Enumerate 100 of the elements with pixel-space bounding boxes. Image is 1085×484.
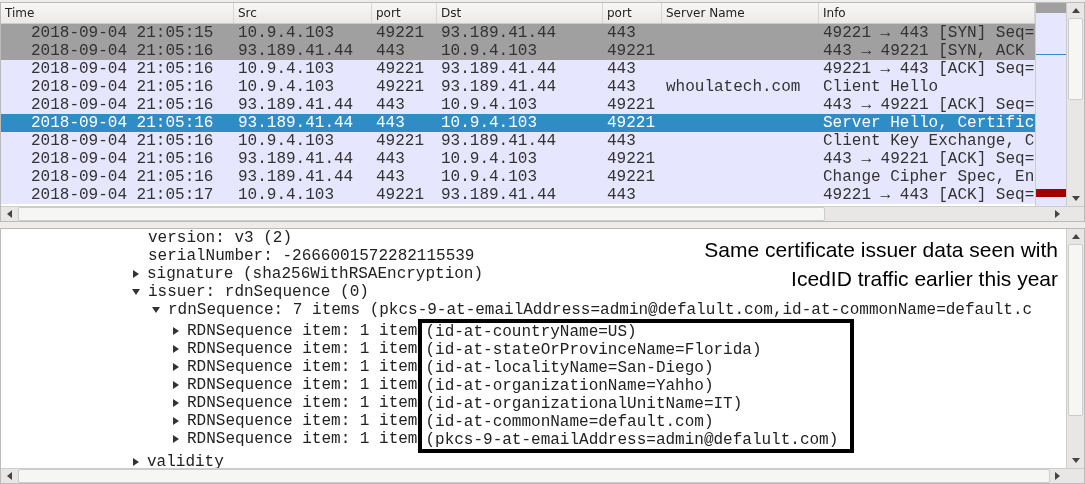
table-cell: Server Hello, Certific <box>823 114 1035 132</box>
table-cell: 443 <box>376 168 405 186</box>
packet-row[interactable]: 2018-09-04 21:05:16 93.189.41.44 443 10.9.4.103 49221 Change Cipher Spec, En <box>1 168 1036 186</box>
packet-row[interactable]: 2018-09-04 21:05:16 10.9.4.103 49221 93.189.41.44 443 Client Key Exchange, C <box>1 132 1036 150</box>
column-header[interactable]: Src <box>234 3 372 23</box>
table-cell: 443 <box>607 78 636 96</box>
table-cell: 49221 <box>607 168 655 186</box>
column-header[interactable]: port <box>372 3 437 23</box>
table-cell: 2018-09-04 21:05:16 <box>31 42 214 60</box>
table-cell: 49221 <box>607 150 655 168</box>
table-cell: 443 <box>376 96 405 114</box>
column-header[interactable]: Server Name <box>662 3 819 23</box>
table-cell: 443 <box>376 114 405 132</box>
table-cell: 93.189.41.44 <box>441 60 557 78</box>
table-cell: 2018-09-04 21:05:16 <box>31 60 214 78</box>
table-cell: 49221 <box>376 78 424 96</box>
table-cell: 443 <box>607 132 636 150</box>
table-cell: 2018-09-04 21:05:16 <box>31 132 214 150</box>
table-cell: 443 <box>376 150 405 168</box>
table-cell: 93.189.41.44 <box>238 42 354 60</box>
table-cell: 10.9.4.103 <box>441 150 537 168</box>
column-header[interactable]: port <box>603 3 662 23</box>
tree-item[interactable]: signature (sha256WithRSAEncryption) <box>147 265 484 283</box>
tree-item[interactable]: rdnSequence: 7 items (pkcs-9-at-emailAddress=admin@defalult.com,id-at-commonName=default.c <box>168 301 1033 319</box>
table-cell: 49221 → 443 [ACK] Seq= <box>823 186 1035 204</box>
table-cell: 49221 <box>607 96 655 114</box>
collapsed-arrow-icon[interactable] <box>173 435 179 443</box>
tree-item[interactable]: RDNSequence item: 1 item <box>187 322 418 340</box>
tree-item[interactable]: RDNSequence item: 1 item <box>187 340 418 358</box>
table-cell: 2018-09-04 21:05:16 <box>31 168 214 186</box>
column-header[interactable]: Time <box>1 3 234 23</box>
table-cell: 49221 <box>376 60 424 78</box>
table-cell: 2018-09-04 21:05:17 <box>31 186 214 204</box>
table-cell: 10.9.4.103 <box>238 78 334 96</box>
table-cell: 49221 <box>376 24 424 42</box>
collapsed-arrow-icon[interactable] <box>133 270 139 278</box>
collapsed-arrow-icon[interactable] <box>173 345 179 353</box>
table-cell: 2018-09-04 21:05:16 <box>31 114 214 132</box>
packet-row[interactable]: 2018-09-04 21:05:16 93.189.41.44 443 10.9.4.103 49221 443 → 49221 [SYN, ACK <box>1 42 1036 60</box>
packet-row[interactable]: 2018-09-04 21:05:16 93.189.41.44 443 10.9.4.103 49221 443 → 49221 [ACK] Seq= <box>1 150 1036 168</box>
table-cell: 2018-09-04 21:05:16 <box>31 150 214 168</box>
tree-item[interactable]: RDNSequence item: 1 item <box>187 430 418 448</box>
table-cell: 93.189.41.44 <box>441 186 557 204</box>
table-cell: 443 <box>607 24 636 42</box>
tree-item[interactable]: RDNSequence item: 1 item <box>187 358 418 376</box>
tree-item-value: (id-at-countryName=US) <box>425 323 638 341</box>
table-cell: 443 → 49221 [SYN, ACK <box>823 42 1025 60</box>
table-cell: 2018-09-04 21:05:15 <box>31 24 214 42</box>
table-cell: Client Hello <box>823 78 939 96</box>
tree-item[interactable]: RDNSequence item: 1 item <box>187 376 418 394</box>
tree-item[interactable]: RDNSequence item: 1 item <box>187 394 418 412</box>
tree-item[interactable]: serialNumber: -2666001572282115539 <box>148 247 475 265</box>
table-cell: 93.189.41.44 <box>238 168 354 186</box>
packet-row[interactable]: 2018-09-04 21:05:16 93.189.41.44 443 10.9.4.103 49221 Server Hello, Certific <box>1 114 1036 132</box>
collapsed-arrow-icon[interactable] <box>173 327 179 335</box>
table-cell: 49221 <box>607 114 655 132</box>
collapsed-arrow-icon[interactable] <box>173 399 179 407</box>
table-cell: 10.9.4.103 <box>441 42 537 60</box>
collapsed-arrow-icon[interactable] <box>173 417 179 425</box>
table-cell: Change Cipher Spec, En <box>823 168 1035 186</box>
collapsed-arrow-icon[interactable] <box>173 381 179 389</box>
table-cell: 10.9.4.103 <box>441 96 537 114</box>
packet-row[interactable]: 2018-09-04 21:05:15 10.9.4.103 49221 93.189.41.44 443 49221 → 443 [SYN] Seq= <box>1 24 1036 42</box>
packet-row[interactable]: 2018-09-04 21:05:16 93.189.41.44 443 10.9.4.103 49221 443 → 49221 [ACK] Seq= <box>1 96 1036 114</box>
collapsed-arrow-icon[interactable] <box>173 363 179 371</box>
horizontal-scrollbar[interactable] <box>1 206 1084 221</box>
table-cell: 93.189.41.44 <box>441 132 557 150</box>
horizontal-scrollbar[interactable] <box>1 468 1084 483</box>
column-header[interactable]: Dst <box>437 3 603 23</box>
table-cell: 443 <box>607 186 636 204</box>
vertical-scrollbar[interactable] <box>1066 229 1084 468</box>
vertical-scrollbar[interactable] <box>1066 3 1084 206</box>
table-cell: 10.9.4.103 <box>441 114 537 132</box>
table-cell: 10.9.4.103 <box>238 132 334 150</box>
tree-item[interactable]: RDNSequence item: 1 item <box>187 412 418 430</box>
table-cell: 93.189.41.44 <box>238 96 354 114</box>
table-cell: 10.9.4.103 <box>238 24 334 42</box>
tree-item-value: (id-at-organizationalUnitName=IT) <box>425 395 744 413</box>
packet-row[interactable]: 2018-09-04 21:05:16 10.9.4.103 49221 93.189.41.44 443 49221 → 443 [ACK] Seq= <box>1 60 1036 78</box>
table-cell: 10.9.4.103 <box>238 60 334 78</box>
table-cell: Client Key Exchange, C <box>823 132 1035 150</box>
tree-item-value: (id-at-organizationName=Yahho) <box>425 377 715 395</box>
table-cell: 93.189.41.44 <box>441 24 557 42</box>
packet-row[interactable]: 2018-09-04 21:05:16 10.9.4.103 49221 93.189.41.44 443 whoulatech.com Client Hello <box>1 78 1036 96</box>
table-cell: 443 <box>376 42 405 60</box>
table-cell: 93.189.41.44 <box>441 78 557 96</box>
table-cell: 93.189.41.44 <box>238 150 354 168</box>
tree-item-value: (id-at-commonName=default.com) <box>425 413 715 431</box>
table-cell: 49221 <box>376 186 424 204</box>
table-cell: 49221 <box>607 42 655 60</box>
packet-row[interactable]: 2018-09-04 21:05:17 10.9.4.103 49221 93.189.41.44 443 49221 → 443 [ACK] Seq= <box>1 186 1036 204</box>
table-cell: 2018-09-04 21:05:16 <box>31 96 214 114</box>
tree-item-value: (pkcs-9-at-emailAddress=admin@defalult.com) <box>425 431 839 449</box>
table-cell: 443 <box>607 60 636 78</box>
tree-item[interactable]: version: v3 (2) <box>148 229 293 247</box>
table-cell: 49221 → 443 [SYN] Seq= <box>823 24 1035 42</box>
expanded-arrow-icon[interactable] <box>132 289 140 295</box>
expanded-arrow-icon[interactable] <box>152 307 160 313</box>
table-cell: 93.189.41.44 <box>238 114 354 132</box>
tree-item[interactable]: issuer: rdnSequence (0) <box>148 283 369 301</box>
